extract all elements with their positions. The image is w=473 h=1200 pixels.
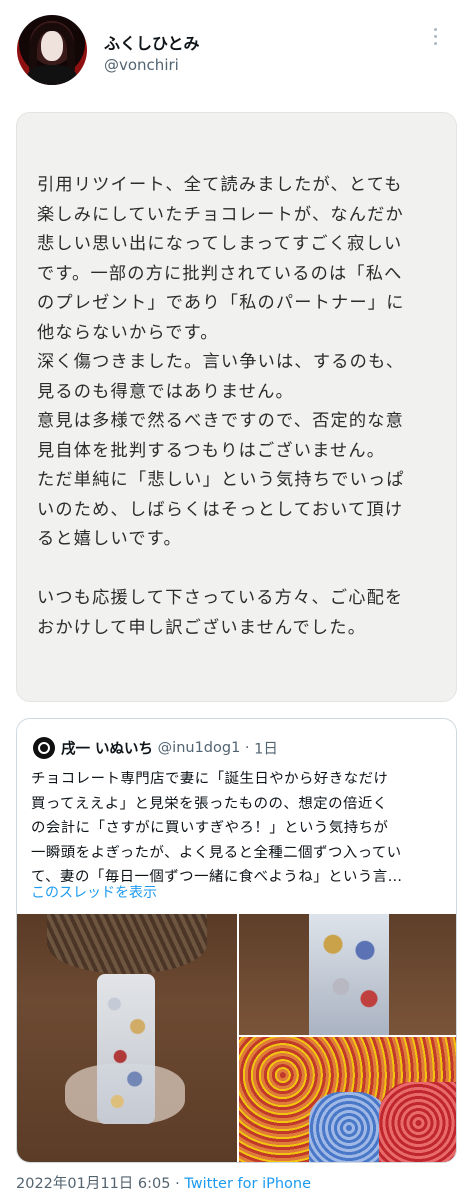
quoted-text: チョコレート専門店で妻に「誕生日やから好きなだけ 買ってええよ」と見栄を張ったも… <box>31 767 447 890</box>
quoted-tweet[interactable]: 戌一 いぬいち @inu1dog1 · 1日 チョコレート専門店で妻に「誕生日や… <box>16 718 457 1163</box>
note-line: 悲しい思い出になってしまってすごく寂しい <box>37 234 403 254</box>
quoted-header: 戌一 いぬいち @inu1dog1 · 1日 <box>33 737 278 759</box>
tweet-datetime[interactable]: 2022年01月11日 6:05 <box>16 1176 170 1192</box>
tweet-header: ふくしひとみ @vonchiri <box>0 0 473 100</box>
quoted-display-name: 戌一 いぬいち <box>61 741 154 758</box>
note-line: 見るのも得意ではありません。 <box>37 381 294 402</box>
photo-red-chocolates <box>379 1082 456 1162</box>
note-line: ただ単純に「悲しい」という気持ちでいっぱ <box>37 470 405 490</box>
note-blank-line <box>37 555 442 585</box>
quoted-text-line: の会計に「さすがに買いすぎやろ！」という気持ちが <box>31 820 389 836</box>
quoted-photo-2[interactable] <box>239 914 456 1035</box>
note-line: 引用リツイート、全て読みましたが、とても <box>37 175 403 195</box>
quoted-separator: · <box>244 740 250 756</box>
quoted-text-line: チョコレート専門店で妻に「誕生日やから好きなだけ <box>31 771 389 787</box>
author-handle[interactable]: @vonchiri <box>104 56 179 74</box>
more-options-icon[interactable] <box>432 28 438 48</box>
quoted-photo-3[interactable] <box>239 1037 456 1162</box>
note-line: です。一部の方に批判されているのは「私へ <box>37 263 403 284</box>
note-line: いつも応援して下さっている方々、ご心配を <box>37 588 404 608</box>
author-avatar[interactable] <box>17 15 87 85</box>
avatar-face <box>41 31 63 61</box>
note-line: 楽しみにしていたチョコレートが、なんだか <box>37 204 404 225</box>
photo-chocolate-bag <box>97 974 155 1124</box>
quoted-timestamp: 1日 <box>254 741 278 758</box>
note-line: いのため、しばらくはそっとしておいて頂け <box>37 499 404 520</box>
quoted-text-line: 買ってええよ」と見栄を張ったものの、想定の倍近く <box>31 795 388 812</box>
photo-chocolate-bag <box>309 914 389 1035</box>
note-text: 引用リツイート、全て読みましたが、とても 楽しみにしていたチョコレートが、なんだ… <box>37 171 442 643</box>
footer-separator: · <box>175 1176 180 1192</box>
note-line: おかけして申し訳ございませんでした。 <box>37 617 367 638</box>
note-line: ると嬉しいです。 <box>37 529 182 549</box>
tweet-client-link[interactable]: Twitter for iPhone <box>184 1176 311 1192</box>
note-line: のプレゼント」であり「私のパートナー」に <box>37 293 405 313</box>
note-line: 意見は多様で然るべきですので、否定的な意 <box>37 411 405 431</box>
quoted-photo-1[interactable] <box>17 914 237 1162</box>
tweet-footer: 2022年01月11日 6:05 · Twitter for iPhone <box>16 1172 311 1193</box>
show-thread-link[interactable]: このスレッドを表示 <box>31 882 157 902</box>
author-display-name[interactable]: ふくしひとみ <box>104 30 200 54</box>
note-line: 他ならないからです。 <box>37 322 219 343</box>
note-line: 深く傷つきました。言い争いは、するのも、 <box>37 352 405 372</box>
avatar-dress <box>27 65 77 85</box>
quoted-text-line: 一瞬頭をよぎったが、よく見ると全種二個ずつ入ってい <box>31 844 402 861</box>
note-line: 見自体を批判するつもりはございません。 <box>37 440 386 461</box>
note-image[interactable]: 引用リツイート、全て読みましたが、とても 楽しみにしていたチョコレートが、なんだ… <box>16 112 457 702</box>
photo-fur-collar <box>47 914 207 974</box>
quoted-avatar[interactable] <box>33 737 55 759</box>
quoted-handle: @inu1dog1 <box>157 740 241 756</box>
photo-blue-chocolates <box>309 1092 389 1162</box>
